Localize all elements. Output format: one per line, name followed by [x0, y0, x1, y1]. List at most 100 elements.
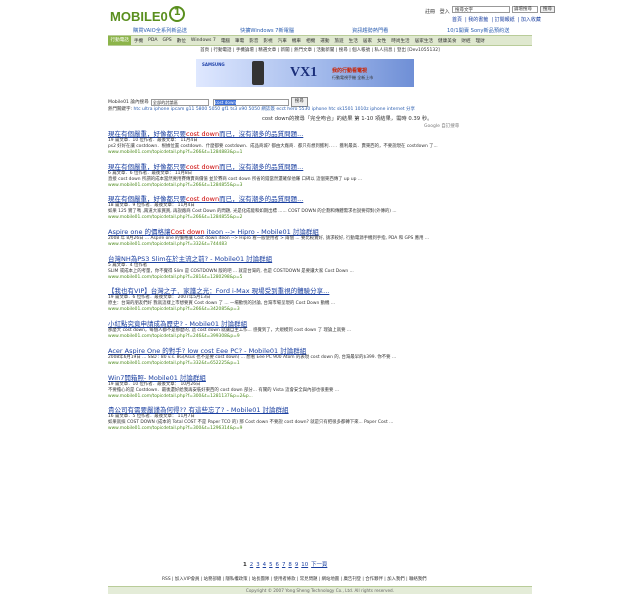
nav-item[interactable]: 數位 [174, 38, 188, 44]
nav-item[interactable]: 筆電 [233, 38, 247, 44]
result-title-text: 台灣NH為PS3 Slim在於主流之前? - Mobile01 討論群組 [108, 254, 273, 263]
page-link[interactable]: 6 [276, 562, 279, 568]
result-url[interactable]: www.mobile01.com/topicdetail.php?f=266&t… [108, 183, 438, 189]
nav-item[interactable]: 生活 [346, 38, 360, 44]
nav-item[interactable]: 女性 [375, 38, 389, 44]
nav-item[interactable]: 行動電話 [108, 36, 132, 45]
result-title-link[interactable]: Acer Aspire One 的對手? low cost Eee PC? - … [108, 347, 438, 355]
result-title-highlight: cost down [186, 130, 220, 138]
nav-item[interactable]: 手機 [131, 38, 145, 44]
nav-item[interactable]: 健康美食 [436, 38, 459, 44]
result-item: 台灣NH為PS3 Slim在於主流之前? - Mobile01 討論群組 5 篇文… [108, 255, 438, 281]
result-url[interactable]: www.mobile01.com/topicdetail.php?f=300&t… [108, 426, 438, 432]
page-link[interactable]: 7 [282, 562, 285, 568]
result-title-text: 小紅點究竟申請成為歷史? - Mobile01 討論群組 [108, 320, 248, 329]
result-item: 現在有個嚴重，好像都只要cost down而已，沒有潮多的品質問題... 18 篇… [108, 195, 438, 221]
phone-image-icon [252, 61, 264, 85]
page-link[interactable]: 5 [269, 562, 272, 568]
results-summary: cost down的搜尋「完全吻合」的結果 第 1-10 項結果，需時 0.39… [262, 116, 433, 122]
link-favorite[interactable]: 加入收藏 [521, 17, 541, 23]
result-snippet: 2008年6月19日 ... SSD : 80 v.s. 8G(Asus 也不是… [108, 354, 397, 360]
page-link[interactable]: 10 [301, 562, 308, 568]
nav-item[interactable]: 旅遊 [332, 38, 346, 44]
link-bookmarks[interactable]: 我的書籤 [468, 17, 488, 23]
nav-item[interactable]: Windows 7 [188, 38, 218, 43]
result-title-link[interactable]: 小紅點究竟申請成為歷史? - Mobile01 討論群組 [108, 320, 438, 328]
page-link[interactable]: 1 [243, 562, 247, 568]
result-url[interactable]: www.mobile01.com/topicdetail.php?f=332&t… [108, 361, 438, 367]
nav-item[interactable]: 汽車 [275, 38, 289, 44]
result-url[interactable]: www.mobile01.com/topicdetail.php?f=332&t… [108, 242, 438, 248]
nav-item[interactable]: 理財 [473, 38, 487, 44]
nav-item[interactable]: 居家 [360, 38, 374, 44]
link-register[interactable]: 註冊 [425, 9, 435, 15]
page-link[interactable]: 8 [288, 562, 291, 568]
logo-badge-icon [168, 6, 185, 22]
result-item: 現在有個嚴重，好像都只要cost down而已，沒有潮多的品質問題... 19 篇… [108, 130, 438, 156]
link-home[interactable]: 首頁 [452, 17, 462, 23]
nav-item[interactable]: 影音 [247, 38, 261, 44]
sub-navigation[interactable]: 首頁 | 行動電話 | 手機論壇 | 精選文章 | 新聞 | 熱門文章 | 活動… [190, 47, 450, 53]
result-title-text: 現在有個嚴重，好像都只要 [108, 130, 186, 138]
hot-keywords: 熱門關鍵字: htc ultra iphone ipcam g11 5800 5… [108, 106, 415, 112]
link-subscribe[interactable]: 訂閱報紙 [495, 17, 515, 23]
promo-link-2[interactable]: 快擴Windows 7新電腦 [240, 27, 294, 34]
site-logo[interactable]: MOBILE0 [110, 6, 188, 24]
result-url[interactable]: www.mobile01.com/topicdetail.php?f=266&t… [108, 150, 438, 156]
result-title-text: 而已，沒有潮多的品質問題... [219, 162, 304, 171]
result-title-text: Aspire one 的價格讓 [108, 228, 171, 237]
result-title-text: 而已，沒有潮多的品質問題... [219, 130, 304, 138]
google-custom-search-label: Google 自訂搜尋 [424, 124, 460, 129]
result-title-highlight: cost down [186, 162, 220, 171]
footer-copyright: Copyright © 2007 Yong Sheng Technology C… [108, 586, 532, 594]
top-search-scope-select[interactable]: 論壇搜尋 [512, 6, 538, 13]
page-link[interactable]: 9 [295, 562, 298, 568]
link-login[interactable]: 登入 [440, 9, 450, 15]
banner-brand: SAMSUNG [202, 62, 225, 67]
nav-item[interactable]: 機車 [289, 38, 303, 44]
nav-item[interactable]: GPS [160, 38, 174, 43]
search-scope-select[interactable]: 全部的討論區 [150, 98, 209, 106]
search-results-list: 現在有個嚴重，好像都只要cost down而已，沒有潮多的品質問題... 19 篇… [108, 130, 438, 439]
result-url[interactable]: www.mobile01.com/topicdetail.php?f=300&t… [108, 394, 438, 400]
nav-item[interactable]: 影視 [261, 38, 275, 44]
result-title-link[interactable]: 台灣NH為PS3 Slim在於主流之前? - Mobile01 討論群組 [108, 255, 438, 263]
banner-slogan: 我的行動看電視 [332, 68, 368, 74]
page-link[interactable]: 4 [263, 562, 266, 568]
result-item: Acer Aspire One 的對手? low cost Eee PC? - … [108, 347, 438, 367]
pagination: 1 2 3 4 5 6 7 8 9 10 下一頁 [243, 560, 330, 568]
result-title-link[interactable]: 現在有個嚴重，好像都只要cost down而已，沒有潮多的品質問題... [108, 130, 438, 138]
result-title-highlight: Cost down [170, 228, 205, 237]
logo-text: MOBILE0 [110, 9, 168, 24]
nav-item[interactable]: 運動 [318, 38, 332, 44]
search-query-input[interactable]: cost down [212, 98, 289, 106]
promo-link-3[interactable]: 資訊趨勢熱門看 [352, 27, 388, 34]
footer-links[interactable]: RSS | 加入VIP會員 | 站務部總 | 隱私權政策 | 站長團隊 | 使用… [162, 576, 427, 582]
result-item: Win7開箱照- Mobile01 討論群組 19 篇文章．10 位作者．最後文章… [108, 374, 438, 400]
result-url[interactable]: www.mobile01.com/topicdetail.php?f=266&t… [108, 307, 438, 313]
nav-item[interactable]: 電腦 [218, 38, 232, 44]
nav-item[interactable]: 居家生活 [412, 38, 435, 44]
nav-item[interactable]: 財經 [459, 38, 473, 44]
nav-item[interactable]: 相機 [304, 38, 318, 44]
result-title-link[interactable]: 現在有個嚴重，好像都只要cost down而已，沒有潮多的品質問題... [108, 163, 438, 171]
page-link[interactable]: 2 [250, 562, 253, 568]
result-url[interactable]: www.mobile01.com/topicdetail.php?f=246&t… [108, 334, 438, 340]
nav-item[interactable]: PDA [146, 38, 160, 43]
page-link[interactable]: 3 [256, 562, 259, 568]
result-url[interactable]: www.mobile01.com/topicdetail.php?f=266&t… [108, 215, 438, 221]
nav-item[interactable]: 時尚生活 [389, 38, 412, 44]
search-query-text: cost down [214, 99, 237, 105]
promo-link-4[interactable]: 10/1開賣 Sony新品預約送 [447, 27, 509, 34]
next-page-link[interactable]: 下一頁 [311, 562, 327, 568]
result-title-link[interactable]: 貴公司有需要嚴謹為何得?? 有這些忘了? - Mobile01 討論群組 [108, 406, 438, 414]
hot-keywords-list[interactable]: htc ultra iphone ipcam g11 5800 5050 gf1… [133, 107, 415, 112]
result-item: 現在有個嚴重，好像都只要cost down而已，沒有潮多的品質問題... 6 篇文… [108, 163, 438, 189]
result-title-link[interactable]: Aspire one 的價格讓Cost down iteon --> Hipro… [108, 228, 438, 236]
promo-link-1[interactable]: 購買VAIO全系列新品送 [133, 27, 187, 34]
result-title-link[interactable]: Win7開箱照- Mobile01 討論群組 [108, 374, 438, 382]
top-search-button[interactable]: 搜尋 [540, 6, 555, 13]
result-url[interactable]: www.mobile01.com/topicdetail.php?f=281&t… [108, 275, 438, 281]
ad-banner[interactable]: SAMSUNG VX1 我的行動看電視 行動電視手機 全新上市 [196, 59, 414, 87]
top-search-input[interactable]: 搜尋文字 [452, 6, 510, 13]
